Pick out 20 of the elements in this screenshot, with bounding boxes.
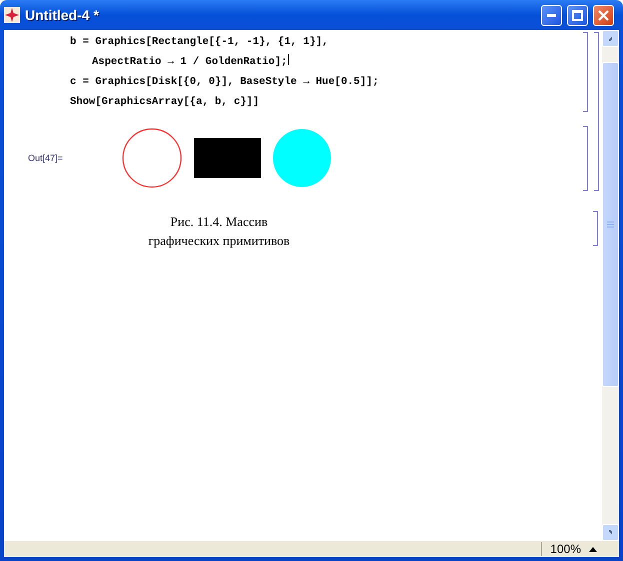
code-line: c = Graphics[Disk[{0, 0}], BaseStyle → Hue[0.5]]; [70, 76, 379, 88]
code-line: AspectRatio → 1 / GoldenRatio]; [92, 56, 288, 68]
minimize-icon [547, 14, 556, 16]
maximize-icon [572, 10, 583, 20]
app-icon [4, 7, 20, 23]
close-icon [598, 10, 609, 20]
scrollbar-thumb[interactable] [602, 62, 619, 387]
grip-icon [607, 221, 614, 228]
scroll-up-button[interactable] [602, 30, 619, 47]
close-button[interactable] [593, 4, 614, 26]
scroll-down-button[interactable] [602, 524, 619, 541]
minimize-button[interactable] [541, 4, 562, 26]
figure-caption: Рис. 11.4. Массив графических примитивов [147, 213, 291, 250]
caret-icon[interactable] [589, 546, 597, 552]
window-title: Untitled-4 * [25, 7, 100, 23]
code-line: Show[GraphicsArray[{a, b, c}]] [70, 96, 260, 108]
output-label: Out[47]= [27, 153, 64, 163]
maximize-button[interactable] [567, 4, 588, 26]
zoom-level: 100% [541, 542, 589, 556]
code-line: b = Graphics[Rectangle[{-1, -1}, {1, 1}], [70, 36, 328, 48]
